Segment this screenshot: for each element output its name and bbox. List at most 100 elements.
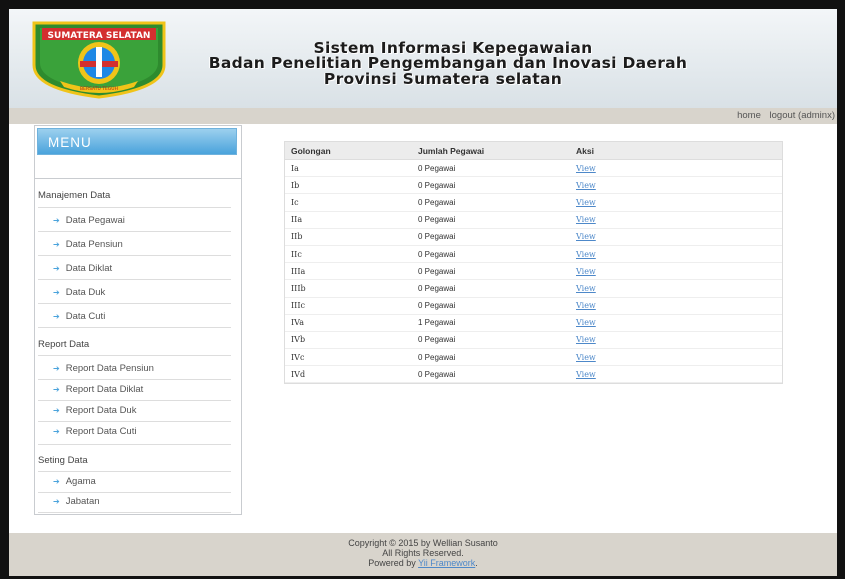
golongan-cell: IIb (285, 228, 412, 246)
table-row: Ic 0 Pegawai View (285, 193, 782, 212)
arrow-right-icon: ➔ (53, 312, 60, 321)
sidebar-item-report-data-pensiun[interactable]: ➔ Report Data Pensiun (53, 363, 154, 374)
sidebar-item-report-data-duk[interactable]: ➔ Report Data Duk (53, 405, 136, 416)
divider (38, 492, 231, 493)
sidebar-item-report-data-cuti[interactable]: ➔ Report Data Cuti (53, 426, 136, 437)
sidebar-item-label: Report Data Pensiun (65, 363, 154, 374)
jumlah-cell: 0 Pegawai (412, 176, 570, 195)
golongan-cell: Ia (285, 159, 412, 178)
divider (38, 327, 231, 328)
top-nav-bar: home logout (adminx) (9, 108, 837, 124)
sidebar-item-data-pensiun[interactable]: ➔ Data Pensiun (53, 239, 123, 250)
golongan-table: Golongan Jumlah Pegawai Aksi Ia 0 Pegawai… (284, 141, 783, 385)
divider (38, 231, 231, 232)
sidebar-item-data-cuti[interactable]: ➔ Data Cuti (53, 311, 105, 322)
jumlah-cell: 0 Pegawai (412, 297, 570, 315)
golongan-cell: IIIc (285, 297, 412, 315)
arrow-right-icon: ➔ (53, 385, 60, 394)
sidebar: MENU Manajemen Data ➔ Data Pegawai ➔ Data … (34, 125, 242, 515)
table-row: IVa 1 Pegawai View (285, 314, 782, 332)
divider (38, 207, 231, 208)
divider (38, 421, 231, 422)
column-header-jumlah-pegawai: Jumlah Pegawai (412, 142, 570, 160)
jumlah-cell: 0 Pegawai (412, 245, 570, 264)
divider (38, 255, 231, 256)
table-row: IIb 0 Pegawai View (285, 228, 782, 246)
page-header: SUMATERA SELATAN BERSATU TEGUH Sistem In… (9, 9, 837, 108)
arrow-right-icon: ➔ (53, 240, 60, 249)
view-link[interactable]: View (576, 301, 596, 310)
column-header-aksi: Aksi (570, 142, 782, 160)
view-link[interactable]: View (576, 215, 596, 224)
sidebar-item-label: Data Pegawai (65, 215, 125, 226)
golongan-cell: Ib (285, 176, 412, 195)
sidebar-item-data-diklat[interactable]: ➔ Data Diklat (53, 263, 112, 274)
table-row: IIc 0 Pegawai View (285, 245, 782, 264)
section-title-report-data: Report Data (38, 339, 90, 350)
page-frame: SUMATERA SELATAN BERSATU TEGUH Sistem In… (9, 9, 837, 576)
jumlah-cell: 1 Pegawai (412, 314, 570, 332)
arrow-right-icon: ➔ (53, 427, 60, 436)
golongan-cell: IIc (285, 245, 412, 264)
sidebar-item-data-duk[interactable]: ➔ Data Duk (53, 287, 105, 298)
sidebar-item-label: Data Duk (65, 287, 106, 298)
sidebar-item-report-data-diklat[interactable]: ➔ Report Data Diklat (53, 384, 143, 395)
menu-title: MENU (37, 128, 237, 155)
home-link[interactable]: home (737, 110, 761, 121)
column-header-golongan: Golongan (285, 142, 412, 160)
menu-body: Manajemen Data ➔ Data Pegawai ➔ Data Pensi… (35, 178, 241, 514)
divider (38, 471, 231, 472)
table-row: Ia 0 Pegawai View (285, 159, 782, 178)
copyright-text: Copyright © 2015 by Wellian Susanto (348, 538, 498, 548)
sidebar-item-label: Data Cuti (65, 311, 106, 322)
yii-framework-link[interactable]: Yii Framework (418, 558, 475, 568)
arrow-right-icon: ➔ (53, 264, 60, 273)
header-title-line3: Provinsi Sumatera selatan (323, 70, 563, 88)
view-link[interactable]: View (576, 318, 596, 327)
divider (38, 379, 231, 380)
view-link[interactable]: View (576, 232, 596, 241)
table-row: IVc 0 Pegawai View (285, 348, 782, 367)
sidebar-item-label: Data Diklat (65, 263, 113, 274)
sidebar-item-label: Report Data Diklat (65, 384, 144, 395)
arrow-right-icon: ➔ (53, 497, 60, 506)
golongan-cell: IVd (285, 365, 412, 384)
jumlah-cell: 0 Pegawai (412, 365, 570, 384)
jumlah-cell: 0 Pegawai (412, 279, 570, 298)
view-link[interactable]: View (576, 267, 596, 276)
arrow-right-icon: ➔ (53, 288, 60, 297)
table-row: IVd 0 Pegawai View (285, 365, 782, 384)
view-link[interactable]: View (576, 353, 596, 362)
sidebar-item-jabatan[interactable]: ➔ Jabatan (53, 496, 100, 507)
sidebar-item-data-pegawai[interactable]: ➔ Data Pegawai (53, 215, 125, 226)
view-link[interactable]: View (576, 284, 596, 293)
view-link[interactable]: View (576, 370, 596, 379)
view-link[interactable]: View (576, 181, 596, 190)
view-link[interactable]: View (576, 164, 596, 173)
table-row: IIIc 0 Pegawai View (285, 297, 782, 315)
sidebar-item-label: Data Pensiun (65, 239, 123, 250)
jumlah-cell: 0 Pegawai (412, 193, 570, 212)
view-link[interactable]: View (576, 335, 596, 344)
jumlah-cell: 0 Pegawai (412, 228, 570, 246)
golongan-cell: IVa (285, 314, 412, 332)
golongan-cell: IVb (285, 331, 412, 350)
view-link[interactable]: View (576, 198, 596, 207)
logout-link[interactable]: logout (adminx) (770, 110, 835, 121)
section-title-seting-data: Seting Data (38, 455, 88, 466)
page-footer: Copyright © 2015 by Wellian Susanto All … (9, 533, 837, 576)
divider (38, 303, 231, 304)
golongan-cell: IIIb (285, 279, 412, 298)
divider (38, 444, 231, 445)
golongan-cell: IVc (285, 348, 412, 367)
arrow-right-icon: ➔ (53, 477, 60, 486)
arrow-right-icon: ➔ (53, 216, 60, 225)
powered-suffix: . (475, 558, 478, 568)
arrow-right-icon: ➔ (53, 406, 60, 415)
divider (38, 279, 231, 280)
sidebar-item-agama[interactable]: ➔ Agama (53, 476, 96, 487)
view-link[interactable]: View (576, 250, 596, 259)
divider (38, 400, 231, 401)
table-row: Ib 0 Pegawai View (285, 176, 782, 195)
powered-prefix: Powered by (368, 558, 419, 568)
